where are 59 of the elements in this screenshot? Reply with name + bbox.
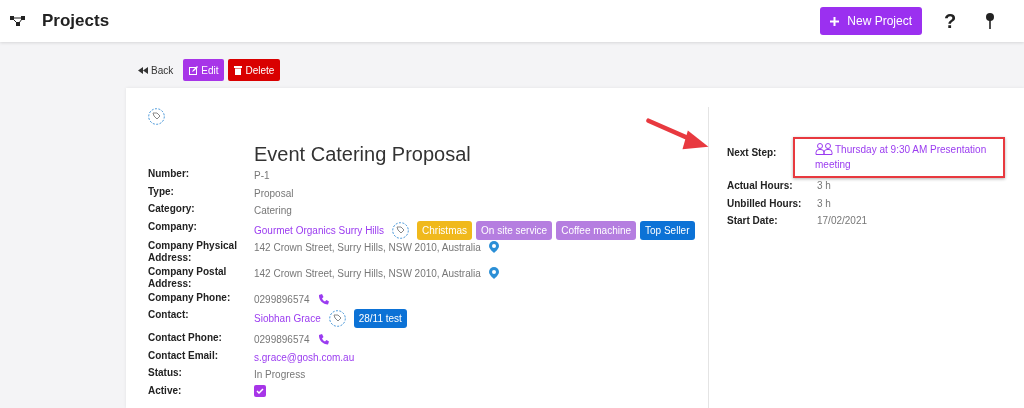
tag-icon[interactable] [328, 310, 346, 327]
edit-button[interactable]: Edit [183, 59, 225, 81]
pin-icon [986, 13, 994, 29]
field-label: Number: [148, 168, 191, 180]
field-value: Proposal [254, 186, 294, 201]
people-icon [815, 143, 833, 155]
field-label: Company Postal Address: [148, 265, 228, 290]
phone-icon[interactable] [317, 334, 329, 345]
trash-icon [234, 65, 243, 75]
map-pin-icon[interactable] [488, 267, 499, 279]
next-step-link[interactable]: Thursday at 9:30 AM Presentation meeting [815, 142, 999, 172]
rewind-icon [138, 66, 148, 74]
field-label: Unbilled Hours: [727, 196, 803, 211]
delete-button[interactable]: Delete [228, 59, 281, 81]
phone-number: 0299896574 [254, 292, 310, 307]
network-nodes-icon[interactable] [10, 15, 26, 27]
phone-number: 0299896574 [254, 333, 310, 347]
field-value: 17/02/2021 [817, 214, 868, 228]
map-pin-icon[interactable] [488, 241, 499, 253]
tag-icon[interactable] [392, 221, 410, 239]
help-button[interactable]: ? [930, 5, 970, 37]
field-value: P-1 [254, 169, 270, 183]
field-value: Catering [254, 204, 292, 218]
field-link[interactable]: Siobhan Grace [254, 311, 321, 326]
field-value: 3 h [817, 196, 831, 211]
tag-label: Christmas [417, 220, 473, 240]
page-title: Projects [42, 10, 110, 33]
address-text: 142 Crown Street, Surry Hills, NSW 2010, Australia [254, 240, 481, 255]
tag-label: On site service [476, 220, 553, 240]
field-value: 3 h [817, 179, 831, 193]
tag-label: 28/11 test [353, 309, 407, 328]
new-project-button[interactable]: New Project [820, 7, 922, 35]
field-label: Type: [148, 185, 175, 198]
field-label: Contact Phone: [148, 332, 223, 344]
field-label: Active: [148, 384, 183, 397]
field-label: Contact Email: [148, 349, 219, 362]
active-checkbox[interactable] [254, 384, 266, 397]
phone-icon[interactable] [317, 293, 329, 305]
field-label: Status: [148, 367, 183, 379]
field-label: Start Date: [727, 214, 779, 228]
plus-icon [830, 16, 840, 26]
tag-label: Top Seller [640, 220, 695, 240]
field-label: Next Step: [727, 146, 778, 160]
address-text: 142 Crown Street, Surry Hills, NSW 2010, Australia [254, 266, 481, 281]
annotation-arrow [646, 118, 710, 152]
field-label: Company Phone: [148, 291, 232, 304]
field-label: Contact: [148, 309, 190, 321]
project-title: Event Catering Proposal [254, 142, 472, 166]
field-link[interactable]: s.grace@gosh.com.au [254, 349, 355, 365]
field-link[interactable]: Gourmet Organics Surry Hills [254, 222, 385, 238]
tag-label: Coffee machine [556, 220, 637, 240]
field-label: Company Physical Address: [148, 239, 238, 264]
field-label: Company: [148, 220, 198, 233]
edit-icon [189, 65, 199, 75]
field-value: In Progress [254, 368, 306, 382]
field-label: Category: [148, 203, 196, 215]
back-button[interactable]: Back [132, 58, 180, 82]
field-label: Actual Hours: [727, 179, 794, 193]
tag-icon[interactable] [148, 108, 165, 125]
